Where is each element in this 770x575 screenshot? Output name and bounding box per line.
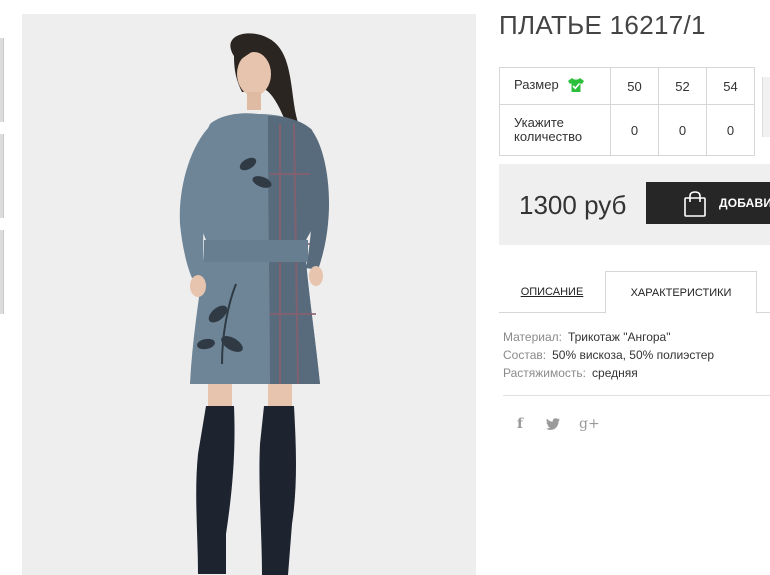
spec-row: Состав: 50% вискоза, 50% полиэстер: [503, 346, 714, 364]
thumbnail-strip: [0, 0, 4, 575]
spec-value: средняя: [592, 366, 638, 380]
add-to-cart-button[interactable]: ДОБАВИТ: [646, 182, 770, 224]
size-option[interactable]: 50: [610, 67, 659, 105]
size-row: Размер 50 52 54: [499, 67, 755, 105]
spec-name: Материал:: [503, 330, 562, 344]
tab-characteristics[interactable]: ХАРАКТЕРИСТИКИ: [605, 271, 757, 314]
specs-list: Материал: Трикотаж "Ангора" Состав: 50% ви…: [503, 328, 714, 382]
size-label: Размер: [514, 77, 559, 93]
quantity-input[interactable]: 0: [610, 104, 659, 156]
buy-panel: 1300 руб ДОБАВИТ: [499, 164, 770, 245]
product-tabs: ОПИСАНИЕ ХАРАКТЕРИСТИКИ: [499, 271, 770, 314]
shopping-bag-icon: [683, 191, 707, 220]
spec-value: 50% вискоза, 50% полиэстер: [552, 348, 715, 362]
product-photo[interactable]: [22, 14, 476, 575]
add-to-cart-label: ДОБАВИТ: [719, 196, 770, 210]
size-table: Размер 50 52 54 Укажите количество 0 0 0: [499, 67, 755, 156]
quantity-label: Укажите количество: [499, 104, 611, 156]
divider: [503, 395, 770, 396]
size-label-cell: Размер: [499, 67, 611, 105]
thumbnail[interactable]: [0, 134, 4, 218]
quantity-row: Укажите количество 0 0 0: [499, 104, 755, 156]
product-title: ПЛАТЬЕ 16217/1: [499, 10, 706, 40]
tab-characteristics-label: ХАРАКТЕРИСТИКИ: [630, 287, 732, 299]
tab-description-label: ОПИСАНИЕ: [520, 286, 584, 298]
price: 1300 руб: [519, 190, 627, 220]
spec-row: Материал: Трикотаж "Ангора": [503, 328, 714, 346]
thumbnail[interactable]: [0, 38, 4, 122]
quantity-input[interactable]: 0: [706, 104, 755, 156]
side-scroll-strip: [762, 77, 770, 137]
spec-value: Трикотаж "Ангора": [567, 330, 671, 344]
twitter-icon[interactable]: [546, 418, 560, 434]
size-option[interactable]: 52: [658, 67, 707, 105]
tshirt-check-icon[interactable]: [568, 77, 585, 95]
spec-row: Растяжимость: средняя: [503, 364, 714, 382]
spec-name: Состав:: [503, 348, 547, 362]
tab-description[interactable]: ОПИСАНИЕ: [499, 271, 605, 313]
google-plus-icon[interactable]: g+: [579, 416, 600, 432]
quantity-input[interactable]: 0: [658, 104, 707, 156]
spec-name: Растяжимость:: [503, 366, 587, 380]
facebook-icon[interactable]: f: [517, 416, 523, 432]
thumbnail[interactable]: [0, 230, 4, 314]
size-option[interactable]: 54: [706, 67, 755, 105]
